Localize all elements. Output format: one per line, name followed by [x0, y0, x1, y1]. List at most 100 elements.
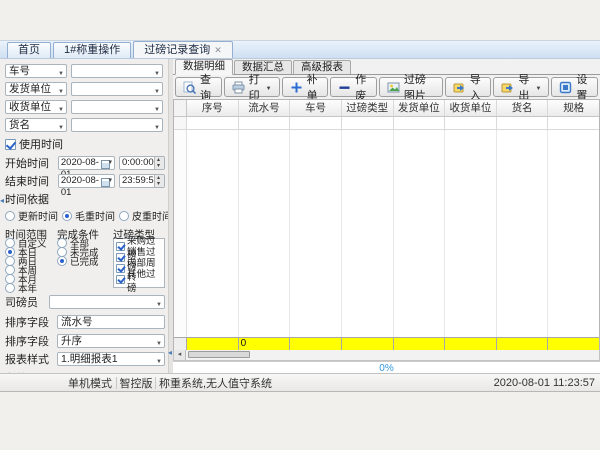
radio-unfinished[interactable]: [57, 247, 67, 257]
filter-row-vehicle: 车号: [5, 64, 165, 78]
scroll-left-icon[interactable]: [174, 350, 186, 360]
filter-panel: 车号 发货单位 收货单位 货名 使用时间 开始时间 2020-08-0: [0, 59, 168, 375]
scrollbar-thumb[interactable]: [188, 351, 250, 358]
status-datetime: 2020-08-01 11:23:57: [470, 377, 600, 389]
tab-weigh-operation[interactable]: 1#称重操作: [53, 42, 131, 58]
horizontal-scrollbar[interactable]: [173, 350, 600, 361]
import-icon: [453, 81, 466, 94]
filter-cell[interactable]: [290, 117, 342, 129]
time-basis-options: 更新时间 毛重时间 皮重时间: [5, 208, 165, 223]
export-button[interactable]: 导出: [493, 77, 549, 97]
col-shipper[interactable]: 发货单位: [394, 100, 446, 116]
end-date-input[interactable]: 2020-08-01: [58, 174, 115, 188]
app-window: 首页 1#称重操作 过磅记录查询 车号 发货单位 收货单位 货名: [0, 40, 600, 392]
query-button[interactable]: 查询: [175, 77, 222, 97]
radio-gross-time[interactable]: [62, 211, 72, 221]
void-button[interactable]: 作废: [330, 77, 377, 97]
finish-condition-group: 完成条件 全部 未完成 已完成: [57, 227, 113, 292]
tab-advanced-report[interactable]: 高级报表: [293, 60, 351, 74]
col-vehicle[interactable]: 车号: [290, 100, 342, 116]
filter-groups: 时间范围 自定义 本日 两日 本周 本月 本年 完成条件 全部 未完成 已完成 …: [5, 227, 165, 292]
field-select-shipper[interactable]: 发货单位: [5, 82, 67, 96]
supplement-button[interactable]: 补单: [282, 77, 329, 97]
radio-all[interactable]: [57, 238, 67, 248]
filter-cell[interactable]: [342, 117, 394, 129]
radio-finished[interactable]: [57, 256, 67, 266]
tab-home[interactable]: 首页: [7, 42, 51, 58]
filter-cell[interactable]: [394, 117, 446, 129]
use-time-label: 使用时间: [19, 136, 63, 152]
spinner-icon[interactable]: [154, 157, 164, 169]
table-header: 序号 流水号 车号 过磅类型 发货单位 收货单位 货名 规格: [174, 100, 599, 117]
radio-this-year[interactable]: [5, 283, 15, 293]
radio-tare-time[interactable]: [119, 211, 129, 221]
filter-cell[interactable]: [187, 117, 239, 129]
print-button[interactable]: 打印: [224, 77, 280, 97]
tab-record-query[interactable]: 过磅记录查询: [133, 41, 233, 58]
status-bar: 单机模式 智控版 称重系统,无人值守系统 2020-08-01 11:23:57: [0, 373, 600, 391]
toolbar: 查询 打印 补单 作废 过磅图片: [173, 75, 600, 99]
radio-update-time[interactable]: [5, 211, 15, 221]
field-select-receiver[interactable]: 收货单位: [5, 100, 67, 114]
total-cell: [445, 338, 497, 350]
end-time-input[interactable]: 23:59:59: [119, 174, 165, 188]
chevron-down-icon[interactable]: [533, 81, 541, 93]
calendar-icon[interactable]: [102, 177, 112, 186]
weigh-type-box: 采购过磅 销售过磅 内部周转 其他过磅: [113, 238, 165, 288]
field-value-shipper[interactable]: [71, 82, 163, 96]
minus-icon: [338, 81, 351, 94]
field-value-vehicle[interactable]: [71, 64, 163, 78]
time-basis-label: 时间依据: [5, 191, 165, 207]
export-icon: [501, 81, 514, 94]
use-time-checkbox[interactable]: [5, 139, 16, 150]
plus-icon: [290, 81, 303, 94]
status-system-name: 称重系统,无人值守系统: [156, 375, 470, 391]
total-cell: [290, 338, 342, 350]
chevron-down-icon[interactable]: [264, 81, 272, 93]
checkbox-purchase[interactable]: [116, 242, 125, 251]
sort-field-row: 排序字段 流水号: [5, 314, 165, 330]
panel-collapse-icon[interactable]: [0, 196, 4, 205]
col-index[interactable]: 序号: [187, 100, 239, 116]
start-time-input[interactable]: 0:00:00: [119, 156, 165, 170]
printer-icon: [232, 81, 245, 94]
total-cell: [497, 338, 549, 350]
col-receiver[interactable]: 收货单位: [445, 100, 497, 116]
table-body: [174, 130, 599, 337]
weigher-row: 司磅员: [5, 294, 165, 310]
field-select-goods[interactable]: 货名: [5, 118, 67, 132]
filter-cell[interactable]: [239, 117, 291, 129]
time-range-group: 时间范围 自定义 本日 两日 本周 本月 本年: [5, 227, 57, 292]
tab-data-summary[interactable]: 数据汇总: [234, 60, 292, 74]
search-icon: [183, 81, 196, 94]
weigh-photo-button[interactable]: 过磅图片: [379, 77, 443, 97]
report-style-select[interactable]: 1.明细报表1: [57, 352, 165, 366]
filter-cell[interactable]: [445, 117, 497, 129]
sort-order-select[interactable]: 升序: [57, 334, 165, 348]
field-value-goods[interactable]: [71, 118, 163, 132]
spinner-icon[interactable]: [154, 175, 164, 187]
total-cell: [548, 338, 599, 350]
field-select-vehicle[interactable]: 车号: [5, 64, 67, 78]
filter-cell[interactable]: [548, 117, 599, 129]
checkbox-sale[interactable]: [116, 253, 125, 262]
col-serial[interactable]: 流水号: [239, 100, 291, 116]
settings-button[interactable]: 设置: [551, 77, 598, 97]
row-header-column: [174, 100, 187, 116]
filter-cell[interactable]: [497, 117, 549, 129]
sort-field-input[interactable]: 流水号: [57, 315, 165, 329]
calendar-icon[interactable]: [102, 159, 112, 168]
checkbox-other[interactable]: [116, 275, 125, 284]
panel-splitter[interactable]: [168, 59, 173, 375]
close-icon[interactable]: [214, 46, 222, 55]
weigher-select[interactable]: [49, 295, 165, 309]
col-goods[interactable]: 货名: [497, 100, 549, 116]
start-time-row: 开始时间 2020-08-01 0:00:00: [5, 155, 165, 171]
checkbox-internal[interactable]: [116, 264, 125, 273]
col-weigh-type[interactable]: 过磅类型: [342, 100, 394, 116]
col-spec[interactable]: 规格: [548, 100, 599, 116]
start-date-input[interactable]: 2020-08-01: [58, 156, 115, 170]
total-cell: [342, 338, 394, 350]
field-value-receiver[interactable]: [71, 100, 163, 114]
import-button[interactable]: 导入: [445, 77, 492, 97]
